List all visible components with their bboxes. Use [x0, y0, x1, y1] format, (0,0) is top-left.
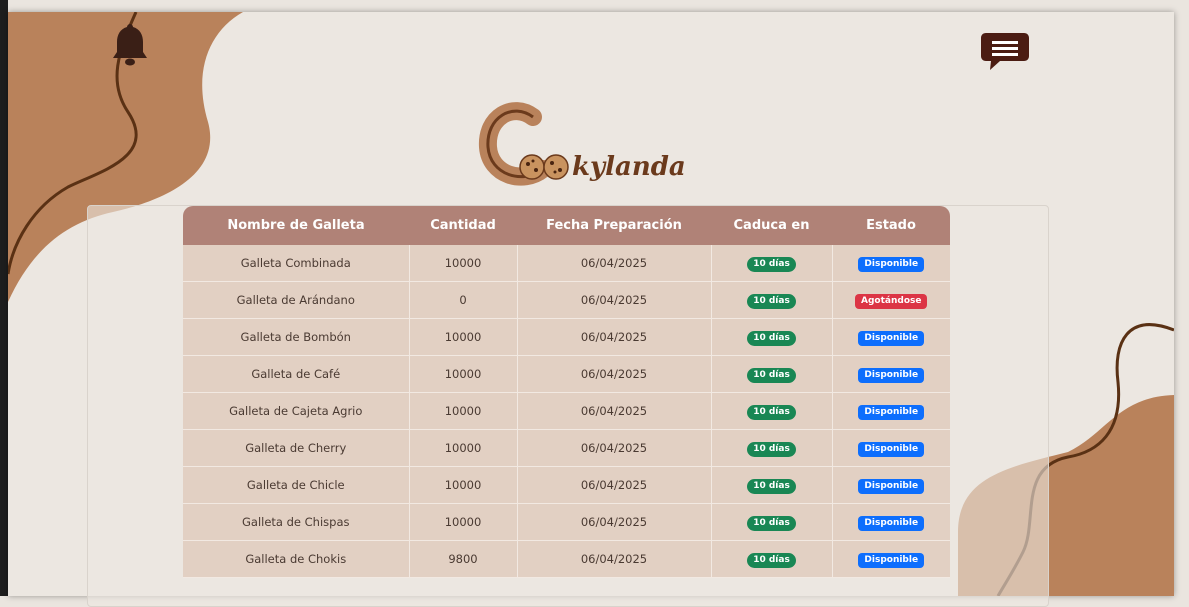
cell-prep-date: 06/04/2025	[517, 540, 712, 578]
expiry-badge: 10 días	[747, 552, 796, 568]
expiry-badge: 10 días	[747, 330, 796, 346]
cell-status: Agotándose	[832, 281, 950, 319]
cell-expires: 10 días	[711, 429, 833, 467]
cell-expires: 10 días	[711, 281, 833, 319]
cell-status: Disponible	[832, 318, 950, 356]
table-row: Galleta de Cajeta Agrio 10000 06/04/2025 10…	[183, 392, 950, 430]
table-row: Galleta de Arándano 0 06/04/2025 10 días Ago…	[183, 281, 950, 319]
cell-expires: 10 días	[711, 392, 833, 430]
cell-name: Galleta de Chicle	[183, 466, 410, 504]
cell-status: Disponible	[832, 245, 950, 282]
header-expires: Caduca en	[711, 206, 832, 245]
svg-text:kylanda: kylanda	[572, 152, 686, 182]
cell-prep-date: 06/04/2025	[517, 245, 712, 282]
header-prep-date: Fecha Preparación	[517, 206, 711, 245]
table-row: Galleta de Café 10000 06/04/2025 10 días Dis…	[183, 355, 950, 393]
header-quantity: Cantidad	[409, 206, 517, 245]
cell-name: Galleta de Café	[183, 355, 410, 393]
table-row: Galleta de Chokis 9800 06/04/2025 10 días Di…	[183, 540, 950, 578]
cell-prep-date: 06/04/2025	[517, 429, 712, 467]
logo-graphic: kylanda	[478, 102, 686, 186]
table-row: Galleta de Bombón 10000 06/04/2025 10 días D…	[183, 318, 950, 356]
cell-expires: 10 días	[711, 466, 833, 504]
expiry-badge: 10 días	[747, 441, 796, 457]
status-badge: Disponible	[858, 478, 925, 494]
chat-menu-icon[interactable]	[980, 30, 1030, 72]
status-badge: Agotándose	[855, 293, 928, 309]
cell-prep-date: 06/04/2025	[517, 503, 712, 541]
status-badge: Disponible	[858, 552, 925, 568]
cell-prep-date: 06/04/2025	[517, 281, 712, 319]
cell-expires: 10 días	[711, 503, 833, 541]
header-status: Estado	[832, 206, 950, 245]
cell-name: Galleta de Cajeta Agrio	[183, 392, 410, 430]
status-badge: Disponible	[858, 330, 925, 346]
cell-name: Galleta de Arándano	[183, 281, 410, 319]
cell-expires: 10 días	[711, 245, 833, 282]
cell-name: Galleta de Cherry	[183, 429, 410, 467]
cell-name: Galleta Combinada	[183, 245, 410, 282]
table-row: Galleta de Cherry 10000 06/04/2025 10 días D…	[183, 429, 950, 467]
cell-prep-date: 06/04/2025	[517, 466, 712, 504]
header-name: Nombre de Galleta	[183, 206, 409, 245]
expiry-badge: 10 días	[747, 404, 796, 420]
cell-status: Disponible	[832, 355, 950, 393]
cookylanda-logo: kylanda	[478, 97, 688, 187]
cell-quantity: 10000	[409, 429, 518, 467]
cell-quantity: 9800	[409, 540, 518, 578]
cell-expires: 10 días	[711, 318, 833, 356]
cell-quantity: 10000	[409, 245, 518, 282]
status-badge: Disponible	[858, 367, 925, 383]
cell-quantity: 10000	[409, 503, 518, 541]
table-row: Galleta Combinada 10000 06/04/2025 10 días D…	[183, 245, 950, 282]
table-body: Galleta Combinada 10000 06/04/2025 10 días D…	[183, 245, 950, 578]
expiry-badge: 10 días	[747, 367, 796, 383]
cell-quantity: 0	[409, 281, 518, 319]
table-row: Galleta de Chispas 10000 06/04/2025 10 días…	[183, 503, 950, 541]
cell-prep-date: 06/04/2025	[517, 318, 712, 356]
cell-expires: 10 días	[711, 355, 833, 393]
status-badge: Disponible	[858, 441, 925, 457]
cell-name: Galleta de Bombón	[183, 318, 410, 356]
expiry-badge: 10 días	[747, 515, 796, 531]
cell-status: Disponible	[832, 503, 950, 541]
cell-status: Disponible	[832, 429, 950, 467]
expiry-badge: 10 días	[747, 478, 796, 494]
cell-quantity: 10000	[409, 392, 518, 430]
cell-status: Disponible	[832, 392, 950, 430]
cell-name: Galleta de Chispas	[183, 503, 410, 541]
cell-prep-date: 06/04/2025	[517, 392, 712, 430]
window-edge	[0, 0, 8, 596]
status-badge: Disponible	[858, 404, 925, 420]
status-badge: Disponible	[858, 515, 925, 531]
cell-quantity: 10000	[409, 318, 518, 356]
cell-name: Galleta de Chokis	[183, 540, 410, 578]
expiry-badge: 10 días	[747, 293, 796, 309]
bell-icon[interactable]	[112, 22, 148, 68]
status-badge: Disponible	[858, 256, 925, 272]
cell-status: Disponible	[832, 466, 950, 504]
cell-status: Disponible	[832, 540, 950, 578]
cell-expires: 10 días	[711, 540, 833, 578]
expiry-badge: 10 días	[747, 256, 796, 272]
cell-quantity: 10000	[409, 355, 518, 393]
cell-prep-date: 06/04/2025	[517, 355, 712, 393]
cell-quantity: 10000	[409, 466, 518, 504]
table-row: Galleta de Chicle 10000 06/04/2025 10 días D…	[183, 466, 950, 504]
cookie-stock-table: Nombre de Galleta Cantidad Fecha Prepara…	[183, 206, 950, 578]
table-header-row: Nombre de Galleta Cantidad Fecha Prepara…	[183, 206, 950, 245]
